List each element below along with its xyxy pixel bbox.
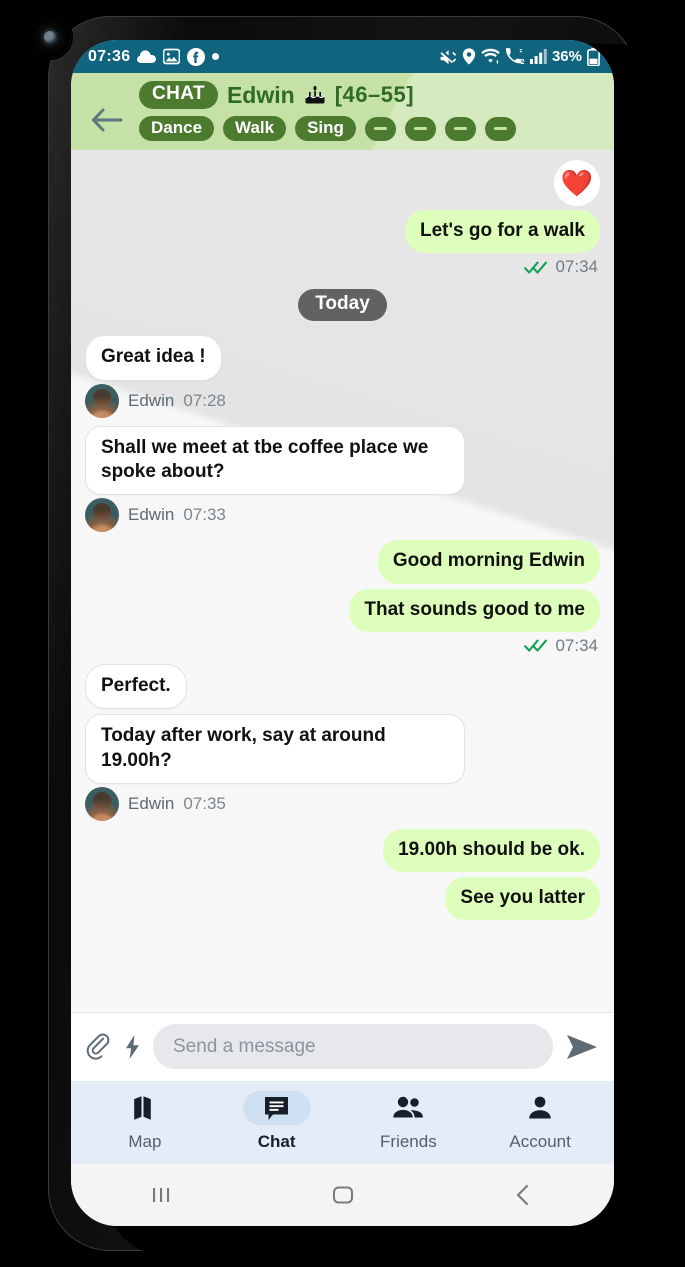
home-icon[interactable] (252, 1182, 433, 1208)
send-icon[interactable] (565, 1032, 599, 1062)
nav-label: Map (128, 1132, 162, 1151)
message-meta: Edwin 07:35 (85, 786, 600, 821)
message-list[interactable]: ❤️ Let's go for a walk 07:34 Today Great… (71, 150, 614, 1012)
cake-icon (304, 84, 326, 106)
avatar[interactable] (85, 383, 119, 418)
status-bar: 07:36 2 36% (71, 40, 614, 73)
message-time: 07:34 (555, 635, 598, 655)
gallery-icon (163, 48, 181, 65)
action-pill-empty-3[interactable] (444, 116, 476, 141)
message-time: 07:34 (555, 257, 598, 277)
message-time: 07:35 (183, 793, 226, 813)
action-pill-sing[interactable]: Sing (295, 116, 356, 141)
nav-item-chat[interactable]: Chat (211, 1091, 343, 1152)
bottom-navigation: Map Chat Friends Account (71, 1081, 614, 1164)
message-bubble[interactable]: See you latter (445, 877, 600, 921)
action-pill-empty-4[interactable] (484, 116, 516, 141)
message-row: 19.00h should be ok. (85, 828, 600, 873)
message-row: Good morning Edwin (85, 540, 600, 584)
avatar[interactable] (85, 498, 119, 533)
cloud-icon (137, 49, 157, 63)
location-icon (462, 48, 476, 65)
message-meta: 07:34 (85, 636, 598, 656)
signal-bars-icon (529, 49, 547, 64)
action-pill-walk[interactable]: Walk (223, 116, 287, 141)
message-meta: 07:34 (85, 257, 598, 277)
message-time: 07:33 (183, 505, 226, 525)
facebook-icon (187, 47, 206, 66)
message-row: Shall we meet at tbe coffee place we spo… (85, 425, 600, 496)
camera-punch-hole (29, 16, 71, 58)
message-meta: Edwin 07:33 (85, 498, 600, 533)
day-divider-label: Today (298, 289, 387, 322)
action-pill-dance[interactable]: Dance (139, 116, 215, 141)
phone-screen: 07:36 2 36% CHAT Edwin [46–55] Dance Wal… (71, 40, 614, 1226)
header-title-row: CHAT Edwin [46–55] (139, 81, 604, 109)
action-pill-empty-2[interactable] (404, 116, 436, 141)
message-composer: Send a message (71, 1012, 614, 1081)
battery-icon (587, 47, 600, 66)
message-row: Perfect. (85, 663, 600, 710)
peer-name: Edwin (226, 81, 295, 108)
avatar[interactable] (85, 786, 119, 821)
nav-label: Account (509, 1132, 571, 1151)
lightning-bolt-icon[interactable] (124, 1034, 141, 1060)
message-input[interactable]: Send a message (153, 1024, 553, 1069)
message-bubble[interactable]: Shall we meet at tbe coffee place we spo… (85, 425, 465, 496)
people-icon (374, 1091, 442, 1125)
nav-item-account[interactable]: Account (474, 1091, 606, 1152)
svg-text:2: 2 (521, 59, 525, 65)
message-bubble[interactable]: Perfect. (85, 663, 187, 710)
action-pill-empty-1[interactable] (364, 116, 396, 141)
nav-item-map[interactable]: Map (79, 1091, 211, 1152)
message-meta: Edwin 07:28 (85, 383, 600, 418)
nav-label: Chat (257, 1132, 296, 1151)
message-bubble[interactable]: 19.00h should be ok. (383, 828, 600, 873)
message-row: See you latter (85, 877, 600, 921)
paperclip-icon[interactable] (86, 1033, 112, 1061)
back-arrow-icon[interactable] (87, 103, 127, 137)
message-bubble[interactable]: Good morning Edwin (377, 540, 600, 584)
battery-percent-label: 36% (551, 48, 582, 65)
chat-tag-badge: CHAT (139, 81, 218, 109)
read-receipt-icon (524, 261, 548, 274)
message-input-placeholder: Send a message (173, 1035, 316, 1057)
message-row: Great idea ! (85, 335, 600, 381)
message-bubble[interactable]: Great idea ! (85, 335, 222, 381)
system-navigation-bar (71, 1164, 614, 1226)
status-bar-right: 2 36% (439, 47, 600, 66)
message-bubble[interactable]: Today after work, say at around 19.00h? (85, 714, 465, 784)
header-action-row: Dance Walk Sing (139, 116, 604, 141)
message-bubble[interactable]: That sounds good to me (349, 588, 600, 632)
recents-icon[interactable] (71, 1182, 252, 1208)
message-sender: Edwin (128, 505, 175, 525)
message-sender: Edwin (128, 390, 175, 410)
read-receipt-icon (524, 639, 548, 652)
message-time: 07:28 (183, 390, 226, 410)
message-bubble[interactable]: Let's go for a walk (405, 210, 600, 254)
chat-bubble-icon (242, 1091, 311, 1125)
reaction-row: ❤️ (85, 160, 600, 208)
message-row: Today after work, say at around 19.00h? (85, 714, 600, 784)
mute-icon (440, 49, 457, 64)
map-icon (111, 1091, 179, 1125)
nav-label: Friends (380, 1132, 437, 1151)
heart-reaction-icon[interactable]: ❤️ (554, 160, 600, 206)
message-row: Let's go for a walk (85, 210, 600, 254)
chat-header: CHAT Edwin [46–55] Dance Walk Sing (71, 73, 614, 150)
message-row: That sounds good to me (85, 588, 600, 632)
status-time: 07:36 (88, 47, 131, 65)
person-icon (506, 1091, 574, 1125)
camera-lens (44, 31, 56, 43)
wifi-icon (481, 48, 500, 64)
dot-icon (212, 53, 220, 60)
age-range-label: [46–55] (334, 82, 415, 107)
dual-sim-call-icon: 2 (505, 48, 525, 65)
message-sender: Edwin (128, 793, 175, 813)
system-back-icon[interactable] (433, 1182, 614, 1208)
day-divider: Today (85, 289, 600, 322)
nav-item-friends[interactable]: Friends (343, 1091, 475, 1152)
status-bar-left: 07:36 (88, 47, 220, 66)
